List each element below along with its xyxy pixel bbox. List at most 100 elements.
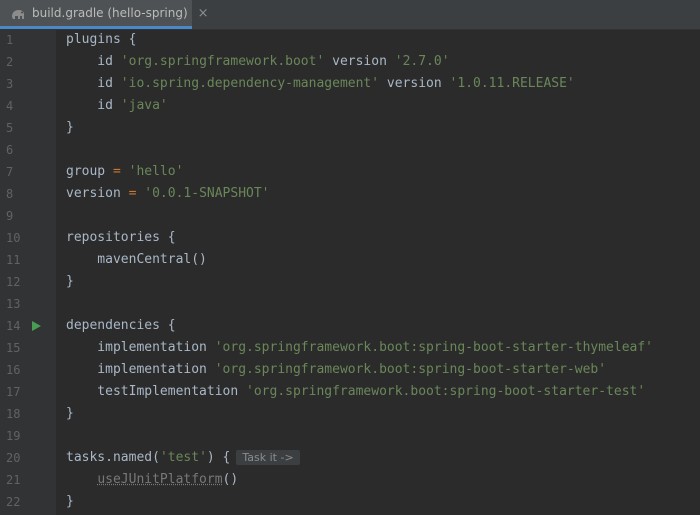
code-line[interactable]: 16 implementation 'org.springframework.b… — [0, 360, 700, 382]
code-token: version — [324, 54, 395, 69]
code-text: dependencies { — [66, 318, 176, 333]
code-text: id 'io.spring.dependency-management' ver… — [66, 76, 575, 91]
code-token: id — [66, 98, 121, 113]
code-token: 'hello' — [128, 164, 184, 179]
code-token: '1.0.11.RELEASE' — [449, 76, 575, 91]
code-token: 'org.springframework.boot:spring-boot-st… — [214, 362, 607, 377]
code-line[interactable]: 12} — [0, 272, 700, 294]
code-line[interactable]: 1 plugins { — [0, 30, 700, 52]
code-line[interactable]: 2 id 'org.springframework.boot' version … — [0, 52, 700, 74]
code-token: repositories — [66, 230, 160, 245]
code-token: ( — [152, 450, 160, 465]
code-token: id — [66, 76, 121, 91]
code-line[interactable]: 11 mavenCentral() — [0, 250, 700, 272]
line-number: 5 — [6, 121, 14, 135]
code-text: id 'java' — [66, 98, 167, 113]
code-token: 'test' — [159, 450, 207, 465]
code-text: plugins { — [66, 32, 136, 47]
line-number: 6 — [6, 143, 14, 157]
code-token: } — [66, 120, 74, 135]
code-line[interactable]: 4 id 'java' — [0, 96, 700, 118]
code-token: version — [379, 76, 450, 91]
code-text: } — [66, 274, 74, 289]
line-number: 1 — [6, 33, 14, 47]
code-text: useJUnitPlatform() — [66, 472, 238, 487]
line-number: 14 — [6, 319, 21, 333]
line-number: 13 — [6, 297, 21, 311]
code-line[interactable]: 6 — [0, 140, 700, 162]
code-line[interactable]: 8 version = '0.0.1-SNAPSHOT' — [0, 184, 700, 206]
code-token: { — [159, 230, 176, 245]
code-text: tasks.named('test') {Task it -> — [66, 450, 300, 465]
code-token: implementation — [66, 362, 215, 377]
code-token: mavenCentral() — [66, 252, 207, 267]
code-token: } — [66, 274, 74, 289]
code-text: mavenCentral() — [66, 252, 207, 267]
line-number: 17 — [6, 385, 21, 399]
code-token: group — [66, 164, 113, 179]
code-token: tasks. — [66, 450, 113, 465]
code-line[interactable]: 5} — [0, 118, 700, 140]
code-token: plugins — [66, 32, 121, 47]
code-line[interactable]: 19 — [0, 426, 700, 448]
line-number: 2 — [6, 55, 14, 69]
line-number: 16 — [6, 363, 21, 377]
run-gutter-icon[interactable] — [32, 321, 41, 331]
code-token: } — [66, 494, 74, 509]
code-token: '2.7.0' — [394, 54, 450, 69]
code-token: '0.0.1-SNAPSHOT' — [144, 186, 270, 201]
line-number: 10 — [6, 231, 21, 245]
code-text: } — [66, 120, 74, 135]
code-token: useJUnitPlatform — [97, 472, 223, 487]
code-token: } — [66, 406, 74, 421]
code-token: 'org.springframework.boot:spring-boot-st… — [214, 340, 654, 355]
code-text: version = '0.0.1-SNAPSHOT' — [66, 186, 270, 201]
code-token: = — [112, 164, 121, 179]
code-token: testImplementation — [66, 384, 247, 399]
code-line[interactable]: 10 repositories { — [0, 228, 700, 250]
code-text: implementation 'org.springframework.boot… — [66, 340, 653, 355]
code-text: } — [66, 494, 74, 509]
code-token: { — [120, 32, 137, 47]
line-number: 9 — [6, 209, 14, 223]
code-token: version — [66, 186, 129, 201]
line-number: 20 — [6, 451, 21, 465]
code-text: repositories { — [66, 230, 176, 245]
code-editor[interactable]: 1 plugins {2 id 'org.springframework.boot… — [0, 30, 700, 515]
line-number: 15 — [6, 341, 21, 355]
line-number: 21 — [6, 473, 21, 487]
line-number: 7 — [6, 165, 14, 179]
inlay-hint[interactable]: Task it -> — [236, 450, 300, 465]
code-token: implementation — [66, 340, 215, 355]
code-token: 'org.springframework.boot' — [120, 54, 325, 69]
code-line[interactable]: 15 implementation 'org.springframework.b… — [0, 338, 700, 360]
code-line[interactable]: 21 useJUnitPlatform() — [0, 470, 700, 492]
code-text: implementation 'org.springframework.boot… — [66, 362, 606, 377]
line-number: 12 — [6, 275, 21, 289]
code-line[interactable]: 13 — [0, 294, 700, 316]
code-line[interactable]: 7 group = 'hello' — [0, 162, 700, 184]
code-line[interactable]: 18} — [0, 404, 700, 426]
line-number: 4 — [6, 99, 14, 113]
code-text: } — [66, 406, 74, 421]
line-number: 3 — [6, 77, 14, 91]
code-line[interactable]: 14 dependencies { — [0, 316, 700, 338]
code-token: 'io.spring.dependency-management' — [120, 76, 380, 91]
line-number: 19 — [6, 429, 21, 443]
code-token: { — [159, 318, 176, 333]
close-icon[interactable]: × — [198, 6, 209, 21]
line-number: 8 — [6, 187, 14, 201]
tab-label: build.gradle (hello-spring) — [32, 6, 188, 20]
code-line[interactable]: 20 tasks.named('test') {Task it -> — [0, 448, 700, 470]
code-token: () — [222, 472, 239, 487]
code-line[interactable]: 3 id 'io.spring.dependency-management' v… — [0, 74, 700, 96]
code-text: testImplementation 'org.springframework.… — [66, 384, 645, 399]
code-token: id — [66, 54, 121, 69]
code-line[interactable]: 17 testImplementation 'org.springframewo… — [0, 382, 700, 404]
code-line[interactable]: 22} — [0, 492, 700, 514]
tab-build-gradle[interactable]: build.gradle (hello-spring) × — [0, 0, 209, 29]
code-line[interactable]: 9 — [0, 206, 700, 228]
code-text: id 'org.springframework.boot' version '2… — [66, 54, 450, 69]
code-token: named — [112, 450, 153, 465]
